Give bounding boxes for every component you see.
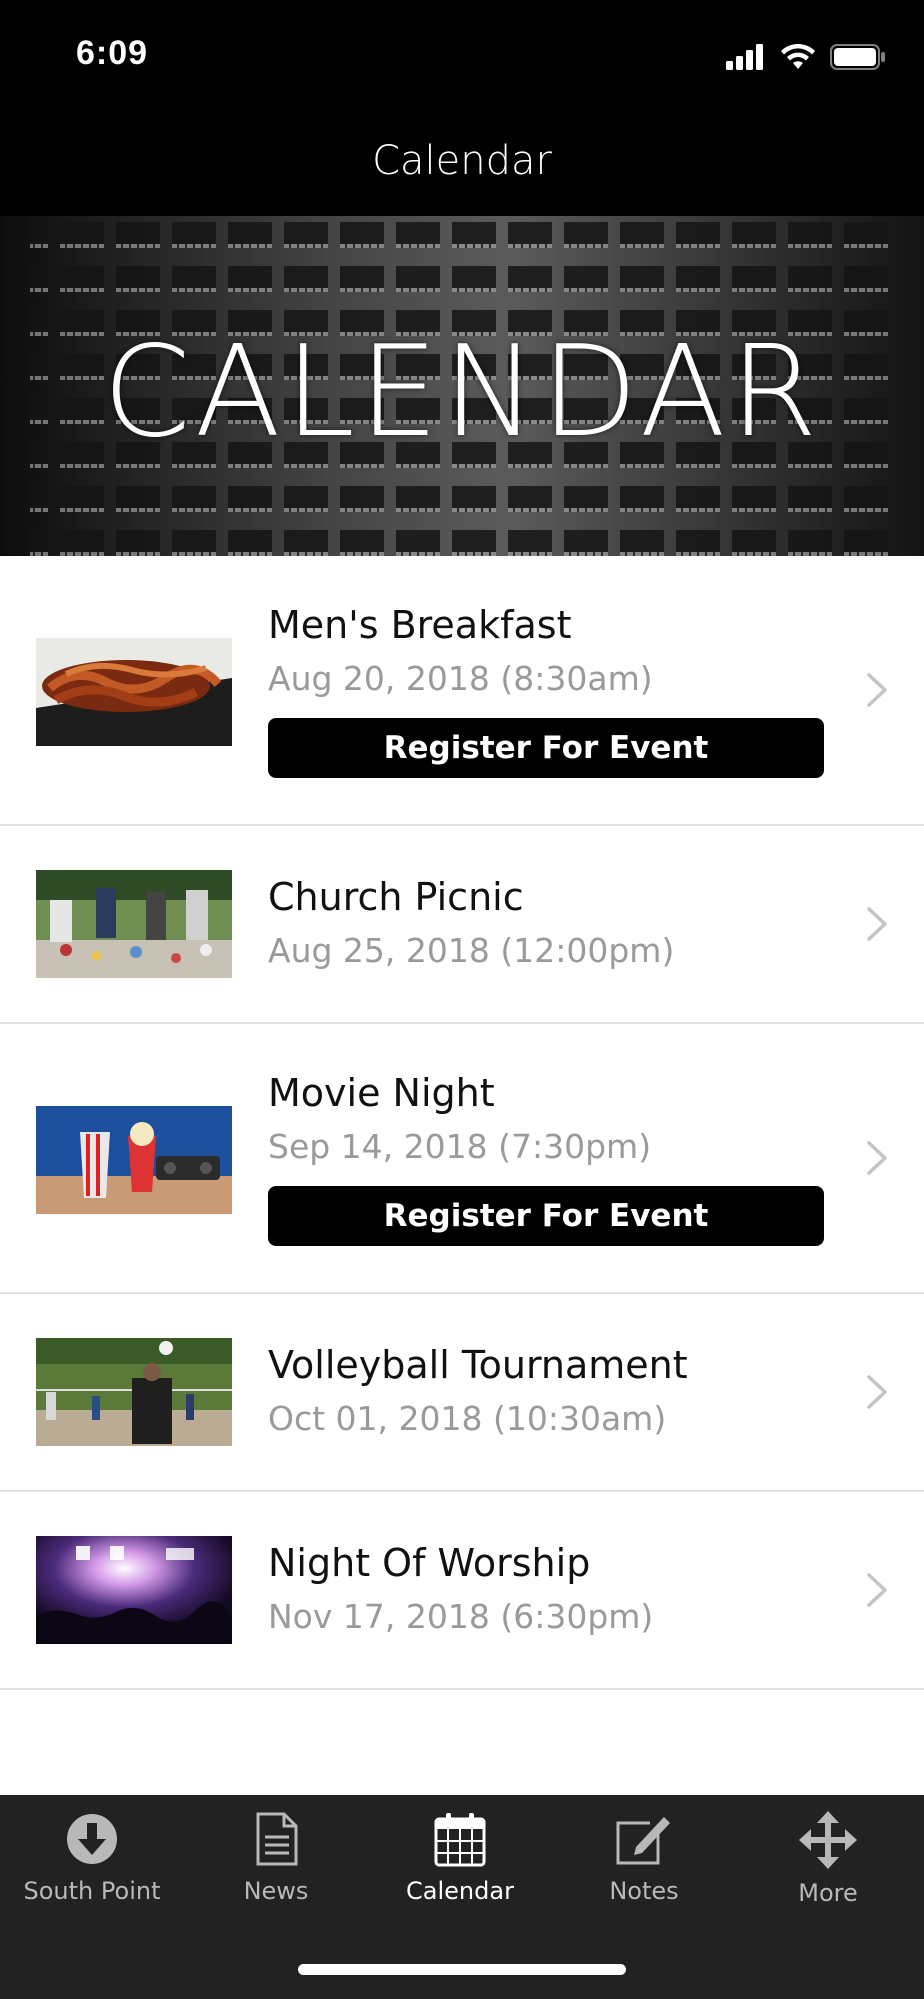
chevron-right-icon <box>867 1573 887 1607</box>
chevron-right-icon <box>867 673 887 707</box>
home-indicator <box>298 1964 626 1975</box>
event-title: Men's Breakfast <box>268 603 572 647</box>
event-title: Volleyball Tournament <box>268 1343 688 1387</box>
tab-label: Calendar <box>406 1877 514 1905</box>
hero-title: CALENDAR <box>102 318 822 465</box>
event-row-movie-night[interactable]: Movie Night Sep 14, 2018 (7:30pm) Regist… <box>0 1024 924 1294</box>
battery-icon <box>830 44 885 70</box>
event-info: Church Picnic Aug 25, 2018 (12:00pm) <box>268 874 814 974</box>
event-thumbnail <box>36 638 232 746</box>
move-arrows-icon <box>799 1811 857 1869</box>
event-row-mens-breakfast[interactable]: Men's Breakfast Aug 20, 2018 (8:30am) Re… <box>0 556 924 826</box>
event-date: Aug 20, 2018 (8:30am) <box>268 659 653 698</box>
download-circle-icon <box>67 1814 117 1864</box>
picnic-image <box>36 870 232 978</box>
event-date: Oct 01, 2018 (10:30am) <box>268 1399 667 1438</box>
tab-notes[interactable]: Notes <box>552 1811 736 1931</box>
event-row-night-of-worship[interactable]: Night Of Worship Nov 17, 2018 (6:30pm) <box>0 1492 924 1690</box>
event-title: Church Picnic <box>268 875 524 919</box>
tab-label: South Point <box>23 1877 161 1905</box>
event-date: Aug 25, 2018 (12:00pm) <box>268 931 675 970</box>
event-date: Nov 17, 2018 (6:30pm) <box>268 1597 654 1636</box>
bacon-image <box>36 638 232 746</box>
wifi-icon <box>781 44 815 69</box>
tab-label: Notes <box>609 1877 679 1905</box>
register-button[interactable]: Register For Event <box>268 1186 824 1246</box>
document-icon <box>256 1812 298 1866</box>
event-thumbnail <box>36 1106 232 1214</box>
status-time: 6:09 <box>76 34 149 72</box>
event-info: Movie Night Sep 14, 2018 (7:30pm) Regist… <box>268 1070 824 1246</box>
tab-more[interactable]: More <box>736 1811 920 1931</box>
register-button[interactable]: Register For Event <box>268 718 824 778</box>
event-date: Sep 14, 2018 (7:30pm) <box>268 1127 652 1166</box>
event-info: Volleyball Tournament Oct 01, 2018 (10:3… <box>268 1342 814 1442</box>
chevron-right-icon <box>867 1375 887 1409</box>
edit-note-icon <box>616 1817 670 1865</box>
movie-image <box>36 1106 232 1214</box>
chevron-right-icon <box>867 1141 887 1175</box>
hero-banner: CALENDAR <box>0 216 924 556</box>
calendar-icon <box>434 1813 486 1867</box>
tab-label: News <box>243 1877 309 1905</box>
concert-image <box>36 1536 232 1644</box>
tab-news[interactable]: News <box>184 1811 368 1931</box>
tab-label: More <box>798 1879 858 1907</box>
cellular-signal-icon <box>726 44 763 70</box>
tab-south-point[interactable]: South Point <box>0 1811 184 1931</box>
page-title: Calendar <box>372 138 552 184</box>
event-thumbnail <box>36 870 232 978</box>
tab-calendar[interactable]: Calendar <box>368 1811 552 1931</box>
event-info: Night Of Worship Nov 17, 2018 (6:30pm) <box>268 1540 814 1640</box>
event-thumbnail <box>36 1338 232 1446</box>
event-info: Men's Breakfast Aug 20, 2018 (8:30am) Re… <box>268 602 824 778</box>
event-title: Night Of Worship <box>268 1541 591 1585</box>
status-icons <box>726 40 886 74</box>
navigation-bar: Calendar <box>0 110 924 216</box>
volleyball-image <box>36 1338 232 1446</box>
status-bar: 6:09 <box>0 0 924 110</box>
chevron-right-icon <box>867 907 887 941</box>
event-row-volleyball-tournament[interactable]: Volleyball Tournament Oct 01, 2018 (10:3… <box>0 1294 924 1492</box>
event-thumbnail <box>36 1536 232 1644</box>
event-row-church-picnic[interactable]: Church Picnic Aug 25, 2018 (12:00pm) <box>0 826 924 1024</box>
event-list: Men's Breakfast Aug 20, 2018 (8:30am) Re… <box>0 556 924 1690</box>
event-title: Movie Night <box>268 1071 495 1115</box>
